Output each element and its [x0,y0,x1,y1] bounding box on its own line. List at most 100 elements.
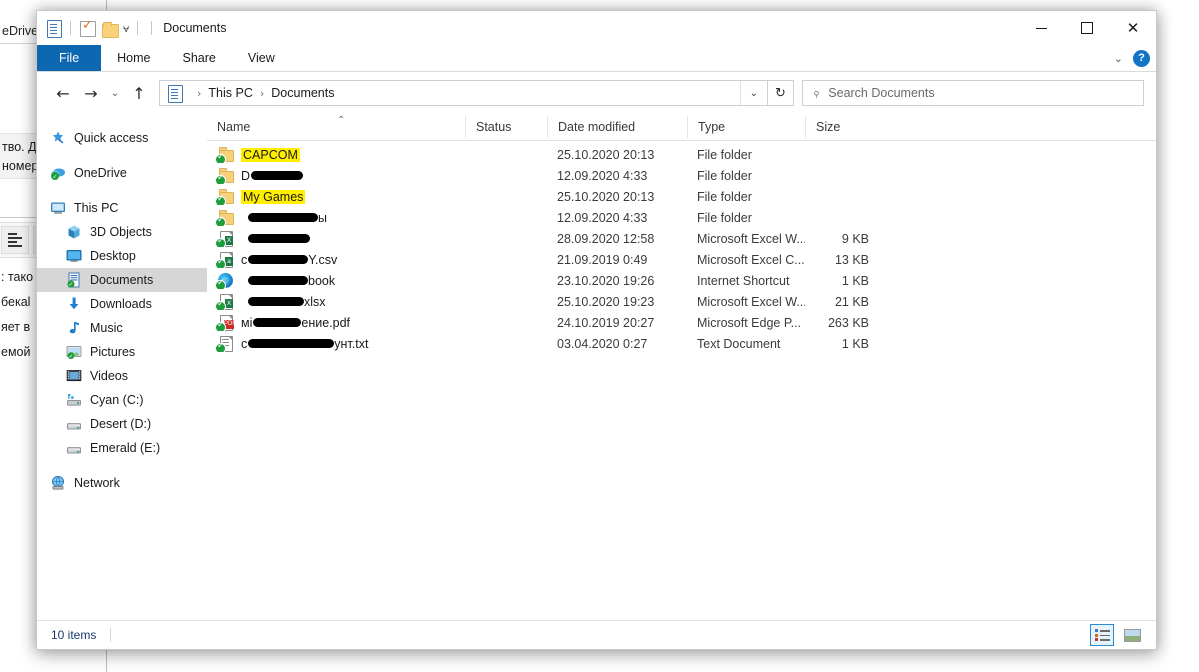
file-name-cell[interactable]: ac Y.csv [207,251,465,268]
file-name-cell[interactable]: D [207,167,465,184]
maximize-button[interactable] [1064,11,1110,45]
excel-xlsx-icon: X [215,230,234,247]
pictures-icon: ✓ [65,344,83,360]
file-size-cell: 21 KB [834,294,869,309]
file-name-cell[interactable]: book [207,272,465,289]
minimize-button[interactable] [1018,11,1064,45]
table-row[interactable]: PDF мі ение.pdf 24.10.2019 20:27 Microsoft E… [207,312,1156,333]
address-dropdown-icon[interactable]: ⌄ [739,81,767,105]
file-rows[interactable]: CAPCOM 25.10.2020 20:13 File folder D 12.09.… [207,141,1156,620]
table-row[interactable]: My Games 25.10.2020 20:13 File folder [207,186,1156,207]
new-folder-icon[interactable] [101,20,119,38]
large-icons-view-button[interactable] [1120,624,1144,646]
column-header-status[interactable]: Status [465,116,547,138]
sidebar-item-videos[interactable]: Videos [37,364,207,388]
sidebar-item-desktop[interactable]: Desktop [37,244,207,268]
table-row[interactable]: с унт.txt 03.04.2020 0:27 Text Document 1 KB [207,333,1156,354]
chevron-down-icon[interactable]: ⌄ [1114,52,1123,65]
navigation-pane[interactable]: Quick access ✓ OneDrive This PC 3D Objects De… [37,114,207,620]
sidebar-item-cyan-c[interactable]: Cyan (C:) [37,388,207,412]
view-buttons[interactable] [1090,624,1144,646]
sidebar-item-quick-access[interactable]: Quick access [37,126,207,150]
address-bar[interactable]: › This PC › Documents ⌄ [159,80,768,106]
breadcrumb-separator-2[interactable]: › [260,87,264,100]
column-header-date[interactable]: Date modified [547,116,687,138]
address-bar-row[interactable]: ← → ⌄ ↑ › This PC › Documents ⌄ ↻ ⌕ Sear… [37,72,1156,114]
sidebar-item-label: Desert (D:) [90,417,152,431]
excel-xlsx-icon: X [215,293,234,310]
column-header-row[interactable]: Name Status Date modified Type Size ⌃ [207,114,1156,141]
file-name-cell[interactable]: CAPCOM [207,146,465,163]
3d-objects-icon [65,224,83,240]
table-row[interactable]: Xxlsx 25.10.2020 19:23 Microsoft Excel W..… [207,291,1156,312]
ribbon-tab-bar[interactable]: File Home Share View ⌄ ? [37,45,1156,72]
column-header-name[interactable]: Name [207,116,465,138]
column-header-type[interactable]: Type [687,116,805,138]
file-name-cell[interactable]: с унт.txt [207,335,465,352]
sidebar-item-label: Videos [90,369,128,383]
align-left-icon[interactable] [1,226,29,254]
table-row[interactable]: ac Y.csv 21.09.2019 0:49 Microsoft Excel C.… [207,249,1156,270]
breadcrumb-separator-1[interactable]: › [197,87,201,100]
tab-view[interactable]: View [232,45,291,71]
column-header-size[interactable]: Size [805,116,883,138]
file-name-cell[interactable]: PDF мі ение.pdf [207,314,465,331]
breadcrumb-this-pc[interactable]: This PC [208,86,252,100]
file-list-pane[interactable]: NameStatusDate modifiedTypeSize ⌃ CAPCOM 2… [207,114,1156,620]
file-name-text: мі ение.pdf [234,316,350,330]
table-row[interactable]: ы 12.09.2020 4:33 File folder [207,207,1156,228]
table-row[interactable]: book 23.10.2020 19:26 Internet Shortcut 1 K… [207,270,1156,291]
tab-home[interactable]: Home [101,45,166,71]
file-name-cell[interactable]: X [207,230,465,247]
ribbon-right-controls[interactable]: ⌄ ? [1114,45,1150,71]
file-name-cell[interactable]: Xxlsx [207,293,465,310]
file-date-cell: 24.10.2019 20:27 [557,315,655,330]
file-type-cell: File folder [697,210,752,225]
checklist-icon[interactable] [79,18,96,37]
file-name-cell[interactable]: My Games [207,188,465,205]
file-date-cell: 25.10.2020 19:23 [557,294,655,309]
quick-access-toolbar[interactable]: ⩝ [37,18,141,38]
refresh-button[interactable]: ↻ [768,80,794,106]
qat-divider-1 [70,21,71,35]
table-row[interactable]: X 28.09.2020 12:58 Microsoft Excel W... 9 K… [207,228,1156,249]
details-view-button[interactable] [1090,624,1114,646]
sidebar-item-onedrive[interactable]: ✓ OneDrive [37,161,207,185]
up-button[interactable]: ↑ [125,79,153,107]
forward-button[interactable]: → [77,79,105,107]
sidebar-item-desert-d[interactable]: Desert (D:) [37,412,207,436]
table-row[interactable]: D 12.09.2020 4:33 File folder [207,165,1156,186]
document-properties-icon[interactable] [45,19,62,38]
search-input[interactable]: Search Documents [828,86,934,100]
sidebar-item-downloads[interactable]: Downloads [37,292,207,316]
sidebar-item-label: Emerald (E:) [90,441,161,455]
file-type-cell: File folder [697,189,752,204]
file-date-cell: 28.09.2020 12:58 [557,231,655,246]
window-controls[interactable]: ✕ [1018,11,1156,45]
desktop-icon [65,248,83,264]
sidebar-item-music[interactable]: Music [37,316,207,340]
tab-file[interactable]: File [37,45,102,71]
customize-qat-caret-icon[interactable]: ⩝ [123,23,129,34]
search-box[interactable]: ⌕ Search Documents [802,80,1144,106]
breadcrumb-documents[interactable]: Documents [271,86,334,100]
sidebar-item-3d-objects[interactable]: 3D Objects [37,220,207,244]
file-name-cell[interactable]: ы [207,209,465,226]
sidebar-item-documents[interactable]: ✓ Documents [37,268,207,292]
sidebar-item-this-pc[interactable]: This PC [37,196,207,220]
sidebar-item-emerald-e[interactable]: Emerald (E:) [37,436,207,460]
title-bar[interactable]: ⩝ Documents ✕ [37,11,1156,45]
tab-share[interactable]: Share [167,45,232,71]
close-button[interactable]: ✕ [1110,11,1156,45]
file-name-text: book [234,274,335,288]
documents-icon [167,84,184,103]
file-name-label: D [241,168,251,183]
back-button[interactable]: ← [49,79,77,107]
table-row[interactable]: CAPCOM 25.10.2020 20:13 File folder [207,144,1156,165]
sidebar-item-network[interactable]: Network [37,471,207,495]
help-icon[interactable]: ? [1133,49,1150,67]
recent-locations-button[interactable]: ⌄ [105,79,125,107]
item-count-label: 10 items [51,628,97,642]
details-view-icon [1094,629,1110,641]
sidebar-item-pictures[interactable]: ✓ Pictures [37,340,207,364]
